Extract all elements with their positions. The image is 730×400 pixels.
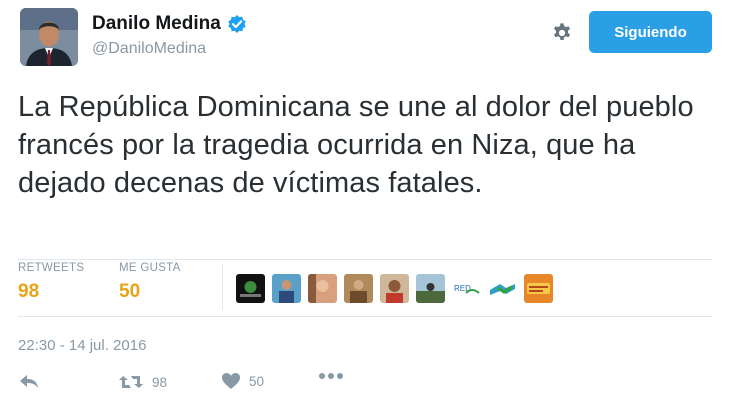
reply-button[interactable] (18, 372, 40, 392)
likes-label: ME GUSTA (119, 262, 181, 274)
retweet-button[interactable]: 98 (118, 372, 167, 392)
tweet-stats: RETWEETS 98 ME GUSTA 50 RED (18, 262, 712, 314)
more-icon (318, 372, 344, 380)
author-name[interactable]: Danilo Medina (92, 13, 221, 35)
verified-badge-icon (227, 14, 247, 34)
likes-stat[interactable]: ME GUSTA 50 (119, 262, 181, 303)
liker-avatar[interactable] (416, 274, 445, 303)
divider (18, 316, 712, 317)
tweet-timestamp[interactable]: 22:30 - 14 jul. 2016 (18, 337, 146, 354)
liker-avatar[interactable] (308, 274, 337, 303)
likers-avatars: RED (236, 274, 560, 303)
heart-icon (221, 372, 241, 390)
author-block: Danilo Medina @DaniloMedina (92, 13, 247, 58)
tweet-text: La República Dominicana se une al dolor … (18, 91, 694, 199)
liker-avatar[interactable]: RED (452, 274, 481, 303)
liker-avatar[interactable] (524, 274, 553, 303)
retweets-stat[interactable]: RETWEETS 98 (18, 262, 84, 303)
retweets-label: RETWEETS (18, 262, 85, 274)
liker-avatar[interactable] (236, 274, 265, 303)
following-button[interactable]: Siguiendo (589, 11, 712, 53)
more-button[interactable] (318, 372, 344, 380)
avatar[interactable] (20, 8, 78, 66)
reply-icon (18, 372, 40, 392)
liker-avatar[interactable] (344, 274, 373, 303)
retweet-icon (118, 372, 144, 392)
liker-avatar[interactable] (272, 274, 301, 303)
tweet-actions: 98 50 (18, 372, 418, 396)
divider (18, 259, 712, 260)
stats-separator (222, 264, 223, 310)
gear-icon[interactable] (551, 22, 573, 44)
like-count: 50 (249, 373, 265, 389)
likes-count: 50 (119, 281, 141, 302)
author-handle[interactable]: @DaniloMedina (92, 40, 247, 58)
tweet-header: Danilo Medina @DaniloMedina Siguiendo (20, 8, 712, 70)
liker-avatar[interactable] (380, 274, 409, 303)
liker-avatar[interactable] (488, 274, 517, 303)
retweet-count: 98 (152, 374, 168, 390)
retweets-count: 98 (18, 281, 40, 302)
like-button[interactable]: 50 (221, 372, 264, 390)
